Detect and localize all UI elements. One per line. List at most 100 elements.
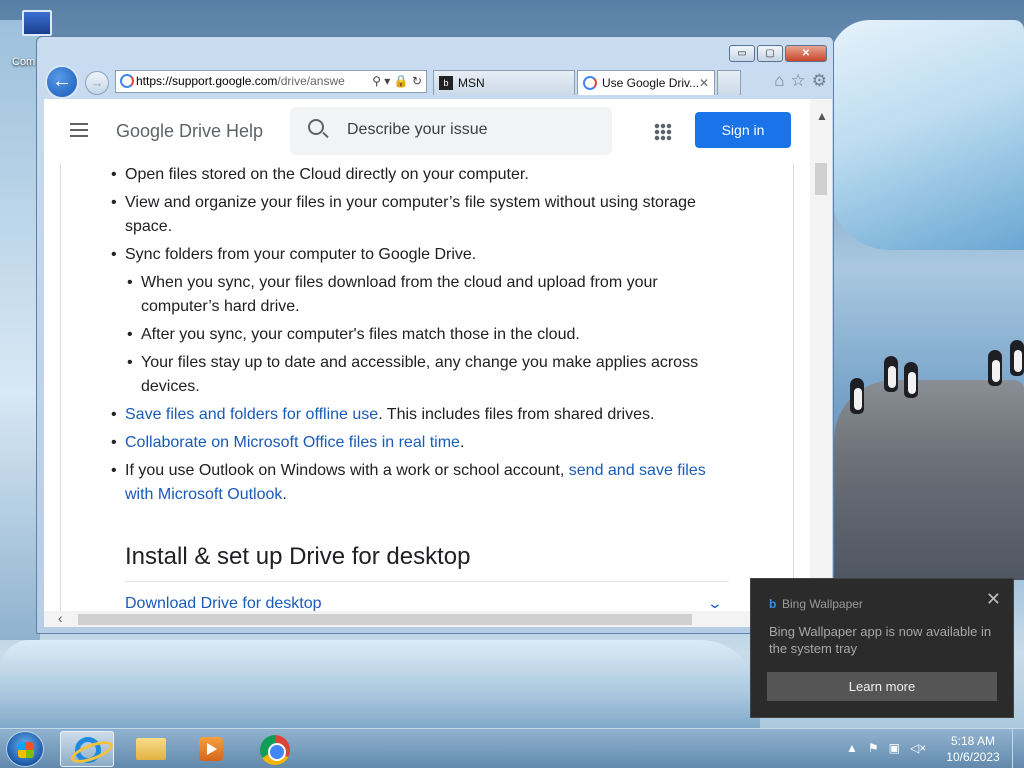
address-bar[interactable]: https://support.google.com/drive/answe ⚲… — [115, 70, 427, 93]
clock[interactable]: 5:18 AM 10/6/2023 — [940, 733, 1006, 765]
sub-list-item: • When you sync, your files download from… — [127, 274, 658, 315]
chrome-icon — [260, 735, 290, 765]
list-item-text: View and organize your files in your com… — [125, 194, 696, 211]
minimize-button[interactable]: ▭ — [729, 45, 755, 62]
window-controls: ▭ ▢ ✕ — [729, 45, 827, 62]
office-collaborate-link[interactable]: Collaborate on Microsoft Office files in… — [125, 434, 460, 451]
home-icon[interactable]: ⌂ — [774, 71, 784, 91]
outlook-link[interactable]: send and save files — [569, 462, 706, 479]
show-hidden-icons-icon[interactable]: ▲ — [846, 741, 858, 755]
divider — [125, 581, 729, 582]
desktop-wallpaper-iceberg — [830, 20, 1024, 250]
penguin — [850, 378, 864, 414]
tab-msn[interactable]: b MSN — [433, 70, 575, 95]
action-center-flag-icon[interactable]: ⚑ — [868, 741, 879, 755]
list-item: • Open files stored on the Cloud directly… — [111, 166, 529, 183]
penguin — [988, 350, 1002, 386]
learn-more-button[interactable]: Learn more — [767, 672, 997, 701]
close-window-button[interactable]: ✕ — [785, 45, 827, 62]
toolbar-icons: ⌂ ☆ ⚙ — [774, 71, 827, 91]
menu-icon[interactable] — [70, 123, 88, 137]
chevron-down-icon[interactable]: ⌄ — [707, 595, 723, 612]
taskbar-file-explorer[interactable] — [124, 731, 178, 767]
tab-label: Use Google Driv... — [602, 76, 700, 90]
sub-list-item: • Your files stay up to date and accessib… — [127, 354, 699, 395]
back-button[interactable]: ← — [45, 65, 79, 99]
sign-in-button[interactable]: Sign in — [695, 112, 791, 148]
network-icon[interactable]: ▣ — [889, 741, 900, 755]
list-item-text: . — [282, 486, 287, 503]
volume-muted-icon[interactable]: ◁× — [910, 741, 926, 755]
list-item-text: After you sync, your computer's files ma… — [141, 326, 580, 343]
scroll-up-icon[interactable]: ▲ — [816, 109, 828, 123]
search-box[interactable]: Describe your issue — [290, 107, 612, 155]
list-item-text: devices. — [141, 378, 200, 395]
search-icon — [308, 119, 324, 135]
list-item: • Sync folders from your computer to Goog… — [111, 246, 477, 263]
scrollbar-thumb[interactable] — [78, 614, 692, 625]
tab-google-drive[interactable]: Use Google Driv... ✕ — [577, 70, 715, 95]
address-host: https://support.google.com — [136, 74, 278, 88]
list-item-text: When you sync, your files download from … — [141, 274, 658, 291]
toast-app-name: Bing Wallpaper — [782, 597, 863, 611]
list-item: • Collaborate on Microsoft Office files i… — [111, 434, 465, 451]
page-viewport: Google Drive Help Describe your issue Si… — [44, 99, 832, 627]
help-header: Google Drive Help Describe your issue Si… — [44, 99, 810, 163]
forward-button[interactable]: → — [85, 71, 109, 95]
article-content: • Open files stored on the Cloud directly… — [60, 163, 794, 619]
list-item: • If you use Outlook on Windows with a wo… — [111, 462, 706, 503]
address-path: /drive/answe — [277, 74, 345, 88]
vertical-scrollbar[interactable]: ▲ — [810, 99, 832, 611]
browser-window: ▭ ▢ ✕ ← → https://support.google.com/dri… — [36, 36, 834, 634]
new-tab-button[interactable] — [717, 70, 741, 95]
scrollbar-thumb[interactable] — [815, 163, 827, 195]
section-heading: Install & set up Drive for desktop — [125, 543, 471, 570]
media-player-icon — [199, 737, 223, 761]
horizontal-scrollbar[interactable]: ‹ — [44, 610, 832, 627]
favorites-star-icon[interactable]: ☆ — [791, 71, 806, 91]
outlook-link[interactable]: with Microsoft Outlook — [125, 486, 282, 503]
sub-list-item: • After you sync, your computer's files m… — [127, 326, 580, 343]
taskbar: ▲ ⚑ ▣ ◁× 5:18 AM 10/6/2023 — [0, 728, 1024, 768]
list-item-text: Your files stay up to date and accessibl… — [141, 354, 699, 371]
taskbar-internet-explorer[interactable] — [60, 731, 114, 767]
list-item-text: . — [459, 434, 465, 451]
system-tray: ▲ ⚑ ▣ ◁× — [846, 741, 926, 755]
list-item-text: computer’s hard drive. — [141, 298, 300, 315]
show-desktop-button[interactable] — [1012, 729, 1024, 768]
list-item-text: Open files stored on the Cloud directly … — [125, 166, 529, 183]
desktop-wallpaper-ice-left — [0, 20, 40, 640]
penguin — [904, 362, 918, 398]
offline-use-link[interactable]: Save files and folders for offline use — [125, 406, 378, 423]
internet-explorer-icon — [75, 737, 101, 763]
site-title[interactable]: Google Drive Help — [116, 121, 263, 142]
clock-time: 5:18 AM — [950, 734, 996, 748]
list-item-text: . This includes files from shared drives… — [378, 406, 655, 423]
folder-icon — [136, 738, 166, 760]
list-item-text: Sync folders from your computer to Googl… — [125, 246, 477, 263]
list-item-text: space. — [125, 218, 173, 235]
tab-label: MSN — [458, 76, 485, 90]
penguin — [1010, 340, 1024, 376]
navigation-bar: ← → https://support.google.com/drive/ans… — [43, 65, 827, 99]
taskbar-chrome[interactable] — [248, 731, 302, 767]
settings-gear-icon[interactable]: ⚙ — [812, 71, 827, 91]
maximize-button[interactable]: ▢ — [757, 45, 783, 62]
apps-grid-icon[interactable] — [654, 123, 672, 141]
scroll-left-icon[interactable]: ‹ — [58, 610, 63, 626]
close-tab-icon[interactable]: ✕ — [699, 71, 709, 95]
clock-date: 10/6/2023 — [946, 750, 1000, 764]
penguin — [884, 356, 898, 392]
address-controls[interactable]: ⚲ ▾ 🔒 ↻ — [368, 71, 422, 92]
list-item: • Save files and folders for offline use.… — [111, 406, 655, 423]
taskbar-media-player[interactable] — [184, 731, 238, 767]
google-favicon-icon — [583, 76, 597, 90]
search-placeholder: Describe your issue — [347, 121, 488, 138]
list-item-text: If you use Outlook on Windows with a wor… — [125, 462, 569, 479]
desktop-wallpaper-ice-floor — [0, 640, 760, 730]
google-favicon-icon — [120, 74, 134, 88]
start-button[interactable] — [6, 731, 44, 767]
computer-icon — [22, 10, 52, 36]
toast-close-icon[interactable]: ✕ — [986, 589, 1001, 610]
notification-toast: b Bing Wallpaper ✕ Bing Wallpaper app is… — [750, 578, 1014, 718]
